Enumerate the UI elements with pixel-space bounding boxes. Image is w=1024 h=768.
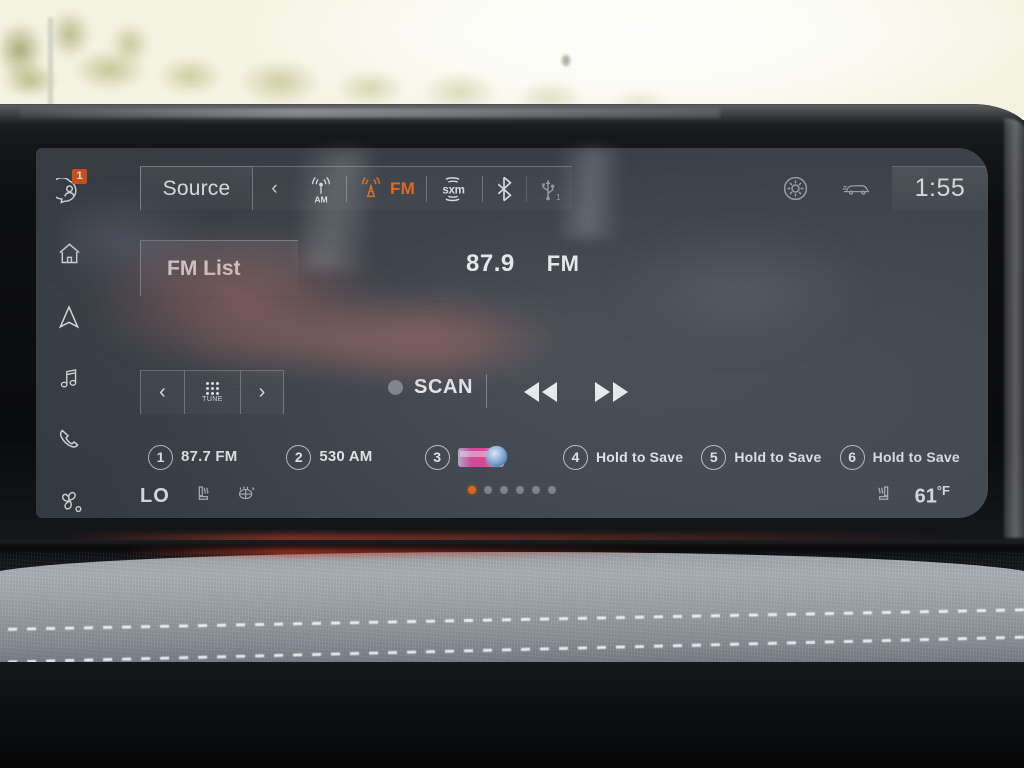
- preset-number: 3: [424, 444, 450, 470]
- siriusxm-icon: sxm: [443, 176, 465, 201]
- bezel-highlight: [20, 108, 720, 118]
- vehicle-status-icon-button[interactable]: [822, 178, 892, 198]
- dash-red-reflection: [120, 548, 680, 556]
- bluetooth-icon: [497, 176, 512, 201]
- bezel-right-edge: [1004, 118, 1024, 538]
- scan-indicator-dot: [388, 380, 403, 395]
- utility-pole: [48, 18, 53, 110]
- frequency-value: 87.9: [466, 250, 515, 277]
- preset-number: 2: [286, 444, 312, 470]
- source-item-fm-label: FM: [390, 178, 416, 198]
- preset-number: 1: [148, 444, 173, 470]
- source-button[interactable]: Source: [140, 166, 252, 210]
- keypad-icon: [206, 382, 219, 395]
- preset-label: Hold to Save: [872, 448, 960, 465]
- scan-button[interactable]: SCAN: [388, 376, 473, 399]
- fm-list-button-label: FM List: [167, 256, 241, 280]
- preset-button-3[interactable]: 3: [424, 444, 563, 470]
- direct-tune-button[interactable]: TUNE: [184, 370, 240, 414]
- preset-number: 4: [562, 444, 588, 470]
- profile-notification-badge: 1: [72, 169, 87, 184]
- left-nav-rail: 1: [36, 148, 102, 518]
- passenger-seat-climate-icon[interactable]: [874, 483, 895, 509]
- driver-seat-climate-icon[interactable]: [192, 483, 213, 509]
- preset-button-2[interactable]: 2 530 AM: [286, 444, 424, 470]
- source-button-label: Source: [162, 176, 231, 200]
- home-icon: [58, 243, 80, 264]
- svg-text:A: A: [368, 185, 375, 195]
- preset-label: 530 AM: [319, 448, 373, 466]
- fast-forward-icon: [595, 382, 628, 402]
- rewind-icon: [524, 382, 557, 402]
- climate-status-left: LO: [140, 483, 257, 509]
- top-source-bar: Source ‹ AM A FM sxm 1 1:55: [140, 166, 988, 210]
- tune-down-button[interactable]: ‹: [140, 370, 184, 414]
- source-back-caret: ‹: [271, 177, 278, 199]
- clock: 1:55: [892, 166, 988, 210]
- station-logo-icon: [457, 445, 507, 467]
- tune-down-caret: ‹: [159, 381, 166, 403]
- fm-list-button[interactable]: FM List: [140, 240, 298, 296]
- radio-screen-ui: 1 Source ‹ AM A FM sxm 1 1:55 FM List 87…: [36, 148, 988, 518]
- navigation-arrow-icon: [58, 304, 80, 329]
- preset-label: 87.7 FM: [181, 448, 238, 466]
- tune-up-caret: ›: [258, 381, 266, 403]
- outside-temperature: 61°F: [915, 483, 950, 509]
- scan-label: SCAN: [414, 376, 474, 398]
- sidebar-item-home[interactable]: [46, 236, 92, 272]
- frequency-display: 87.9 FM: [466, 250, 579, 278]
- fm-radio-icon: A: [361, 176, 381, 197]
- tuning-controls: ‹ TUNE ›: [140, 370, 284, 414]
- climate-status-right: 61°F: [874, 483, 950, 509]
- usb-icon: 1: [542, 179, 561, 202]
- frequency-band: FM: [546, 251, 580, 276]
- infotainment-screen[interactable]: 1 Source ‹ AM A FM sxm 1 1:55 FM List 87…: [36, 148, 988, 518]
- photo-scene: 1 Source ‹ AM A FM sxm 1 1:55 FM List 87…: [0, 0, 1024, 768]
- source-item-sxm[interactable]: sxm: [426, 167, 482, 211]
- sidebar-item-media[interactable]: [46, 360, 92, 396]
- svg-text:sxm: sxm: [443, 183, 465, 196]
- preset-number: 5: [701, 444, 727, 470]
- svg-text:AM: AM: [314, 194, 327, 204]
- car-side-icon: [842, 184, 869, 195]
- preset-number: 6: [839, 444, 865, 470]
- source-item-am[interactable]: AM: [296, 167, 346, 211]
- preset-row: 1 87.7 FM 2 530 AM 3 4 Hold to Save 5 Ho…: [148, 436, 978, 478]
- clock-time: 1:55: [914, 174, 966, 202]
- direct-tune-label: TUNE: [202, 396, 223, 403]
- bottom-shadow: [0, 742, 1024, 768]
- settings-button[interactable]: [768, 174, 822, 203]
- am-radio-icon: AM: [312, 176, 330, 204]
- transport-divider: [486, 374, 487, 408]
- seek-next-button[interactable]: [586, 378, 638, 411]
- driver-temp-value[interactable]: LO: [140, 485, 170, 508]
- preset-button-6[interactable]: 6 Hold to Save: [839, 444, 978, 470]
- usb-port-number: 1: [556, 193, 561, 202]
- preset-button-1[interactable]: 1 87.7 FM: [148, 444, 286, 470]
- sidebar-item-profile[interactable]: 1: [46, 169, 92, 210]
- source-back-button[interactable]: ‹: [252, 166, 296, 210]
- outside-temp-unit: °F: [936, 483, 950, 499]
- gear-icon: [783, 176, 807, 200]
- outside-temp-value: 61: [914, 485, 937, 508]
- source-item-bluetooth[interactable]: [482, 167, 526, 211]
- climate-status-bar: LO 61°F: [36, 474, 988, 518]
- seek-previous-button[interactable]: [514, 378, 566, 411]
- defrost-fan-icon[interactable]: [235, 483, 257, 509]
- source-item-usb[interactable]: 1: [526, 167, 572, 211]
- bird-speck: [562, 55, 570, 66]
- preset-label: Hold to Save: [595, 448, 684, 465]
- sidebar-item-phone[interactable]: [46, 421, 92, 457]
- music-note-icon: [60, 369, 76, 388]
- sidebar-item-navigation[interactable]: [46, 299, 92, 335]
- source-item-fm[interactable]: A FM: [346, 167, 426, 211]
- tune-up-button[interactable]: ›: [240, 370, 284, 414]
- treeline-near: [0, 0, 240, 110]
- source-strip: AM A FM sxm 1: [296, 166, 573, 211]
- preset-button-5[interactable]: 5 Hold to Save: [701, 444, 839, 470]
- preset-label: Hold to Save: [734, 448, 822, 465]
- windshield-sky: [0, 0, 1024, 120]
- phone-handset-icon: [59, 429, 79, 448]
- preset-button-4[interactable]: 4 Hold to Save: [562, 444, 701, 470]
